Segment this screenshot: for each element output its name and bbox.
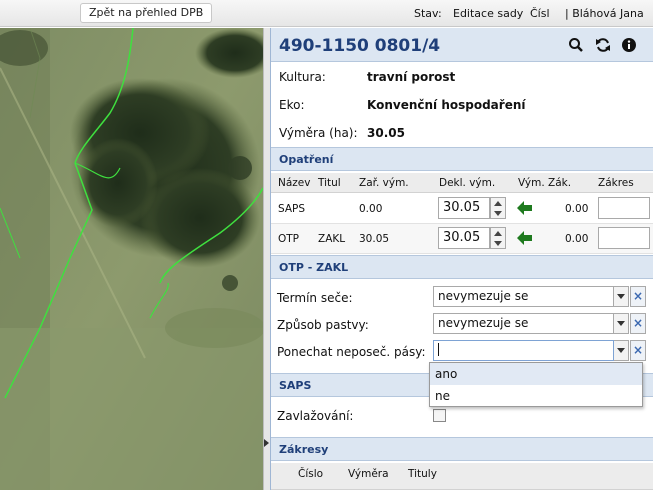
parcel-detail-panel: 490-1150 0801/4 Kultura: travní porost E…	[270, 28, 653, 490]
cislo-label: Číslo	[530, 7, 550, 20]
zpusob-pastvy-label: Způsob pastvy:	[277, 318, 369, 332]
dekl-vym-spinner[interactable]	[490, 197, 506, 219]
dekl-vym-input[interactable]: 30.05	[438, 227, 490, 249]
copy-arrow-icon[interactable]	[517, 201, 533, 218]
parcel-title: 490-1150 0801/4	[279, 36, 441, 56]
zakresy-heading: Zákresy	[279, 443, 329, 456]
col-vymera[interactable]: Výměra	[348, 468, 389, 480]
col-zar-vym[interactable]: Zař. vým.	[359, 177, 409, 189]
dekl-vym-spinner[interactable]	[490, 227, 506, 249]
termin-sece-label: Termín seče:	[277, 291, 353, 305]
vymera-label: Výměra (ha):	[279, 126, 358, 140]
user-name[interactable]: | Bláhová Jana	[565, 7, 644, 20]
zavlazovani-label: Zavlažování:	[277, 409, 354, 423]
col-zakres[interactable]: Zákres	[598, 177, 634, 189]
clear-icon[interactable]: ×	[630, 286, 646, 307]
col-tituly[interactable]: Tituly	[408, 468, 437, 480]
otp-zakl-section-header[interactable]: OTP - ZAKL	[271, 255, 653, 279]
saps-heading: SAPS	[279, 379, 312, 392]
chevron-down-icon[interactable]	[614, 340, 629, 361]
back-to-overview-button[interactable]: Zpět na přehled DPB	[80, 3, 213, 23]
eko-label: Eko:	[279, 98, 305, 112]
panel-splitter[interactable]	[263, 28, 270, 490]
row-titul: ZAKL	[318, 233, 346, 245]
refresh-icon[interactable]	[595, 37, 611, 53]
termin-sece-select[interactable]: nevymezuje se	[433, 286, 614, 307]
row-vym-zak: 0.00	[565, 203, 589, 215]
clear-icon[interactable]: ×	[630, 313, 646, 334]
kultura-label: Kultura:	[279, 70, 326, 84]
ponechat-pasy-select[interactable]	[433, 340, 614, 361]
row-vym-zak: 0.00	[565, 233, 589, 245]
orthophoto-map[interactable]	[0, 28, 263, 490]
clear-icon[interactable]: ×	[630, 340, 646, 361]
vymera-value: 30.05	[367, 126, 405, 140]
expand-arrow-icon[interactable]	[264, 439, 269, 447]
ponechat-pasy-options: ano ne	[429, 362, 643, 407]
status-label: Stav:	[414, 7, 442, 20]
opatreni-heading: Opatření	[279, 153, 334, 166]
zakres-field[interactable]	[598, 197, 650, 219]
col-vym-zak[interactable]: Vým. Zák.	[518, 177, 571, 189]
chevron-down-icon[interactable]	[614, 313, 629, 334]
dekl-vym-input[interactable]: 30.05	[438, 197, 490, 219]
zpusob-pastvy-select[interactable]: nevymezuje se	[433, 313, 614, 334]
panel-header: 490-1150 0801/4	[271, 28, 653, 62]
zakresy-section-header[interactable]: Zákresy	[271, 437, 653, 461]
zavlazovani-checkbox[interactable]	[433, 409, 446, 422]
option-ano[interactable]: ano	[430, 363, 642, 385]
table-row: SAPS 0.00 30.05 0.00	[271, 194, 653, 224]
kultura-value: travní porost	[367, 70, 456, 84]
eko-value: Konvenční hospodaření	[367, 98, 526, 112]
chevron-down-icon[interactable]	[614, 286, 629, 307]
table-row: OTP ZAKL 30.05 30.05 0.00	[271, 224, 653, 254]
zakresy-grid-header: Číslo Výměra Tituly	[271, 463, 653, 490]
info-icon[interactable]	[621, 37, 637, 53]
map-image	[0, 28, 263, 490]
ponechat-pasy-label: Ponechat neposeč. pásy:	[277, 345, 426, 359]
row-zar-vym: 30.05	[359, 233, 390, 245]
search-icon[interactable]	[568, 37, 584, 53]
opatreni-section-header[interactable]: Opatření	[271, 147, 653, 171]
top-toolbar: Zpět na přehled DPB Stav: Editace sady Č…	[0, 0, 653, 27]
col-cislo[interactable]: Číslo	[298, 468, 323, 480]
otp-zakl-heading: OTP - ZAKL	[279, 261, 349, 274]
row-zar-vym: 0.00	[359, 203, 383, 215]
col-dekl-vym[interactable]: Dekl. vým.	[439, 177, 495, 189]
zakres-field[interactable]	[598, 227, 650, 249]
option-ne[interactable]: ne	[430, 385, 642, 407]
copy-arrow-icon[interactable]	[517, 231, 533, 248]
status-value: Editace sady	[453, 7, 524, 20]
row-nazev: SAPS	[278, 203, 306, 215]
col-nazev[interactable]: Název	[278, 177, 310, 189]
row-nazev: OTP	[278, 233, 300, 245]
col-titul[interactable]: Titul	[318, 177, 341, 189]
opatreni-grid-header: Název Titul Zař. vým. Dekl. vým. Vým. Zá…	[271, 173, 653, 193]
